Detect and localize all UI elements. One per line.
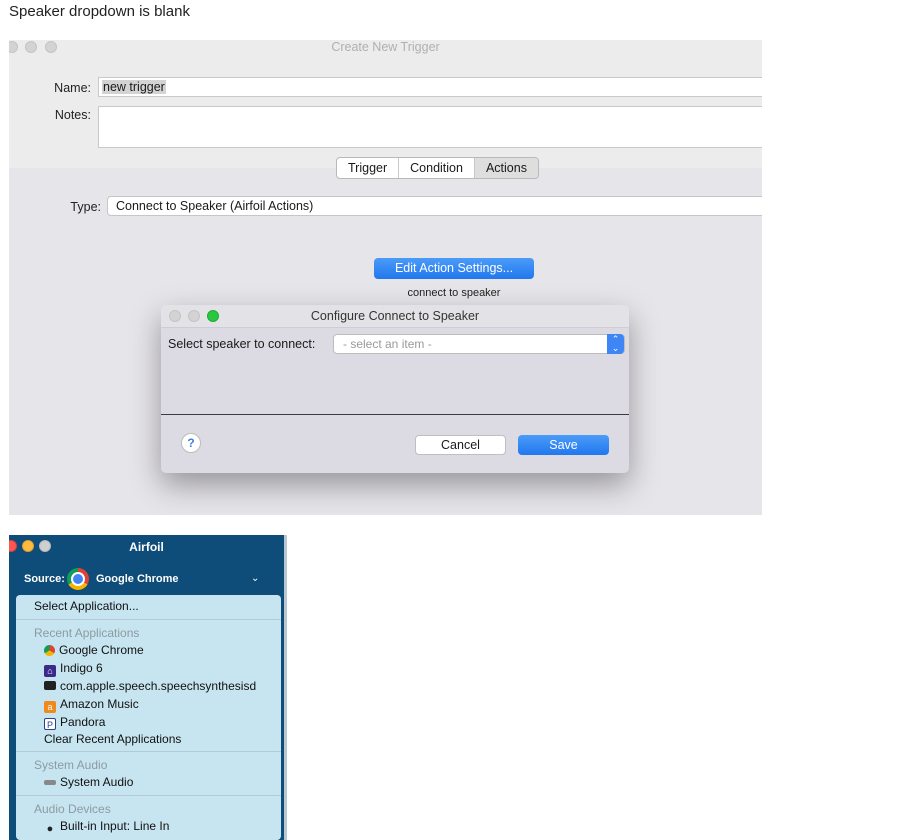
dialog-titlebar: Configure Connect to Speaker — [161, 305, 629, 328]
menu-item-recent[interactable]: ⌂ Indigo 6 — [44, 661, 103, 677]
dialog-title: Configure Connect to Speaker — [310, 309, 480, 323]
menu-header-audio-devices: Audio Devices — [34, 802, 111, 816]
menu-separator — [16, 619, 281, 620]
airfoil-window: Airfoil Source: Google Chrome ⌄ Select A… — [9, 535, 284, 840]
source-menu: Select Application... Recent Application… — [16, 595, 281, 840]
menu-separator — [16, 795, 281, 796]
caption-text: Speaker dropdown is blank — [9, 3, 190, 20]
help-button[interactable]: ? — [181, 433, 201, 453]
menu-item-recent[interactable]: Google Chrome — [44, 643, 144, 657]
notes-label: Notes: — [54, 108, 91, 122]
menu-separator — [16, 751, 281, 752]
airfoil-title: Airfoil — [129, 540, 164, 554]
create-trigger-window: Create New Trigger Name: new trigger Not… — [9, 40, 762, 515]
menu-item-recent[interactable]: com.apple.speech.speechsynthesisd — [44, 679, 256, 693]
menu-item-select-application[interactable]: Select Application... — [34, 599, 139, 613]
source-label: Source: — [24, 573, 65, 585]
amazon-music-icon: a — [44, 701, 56, 713]
type-select[interactable]: Connect to Speaker (Airfoil Actions) — [107, 196, 762, 216]
tab-trigger[interactable]: Trigger — [337, 158, 400, 178]
tab-condition[interactable]: Condition — [399, 158, 475, 178]
menu-item-label: com.apple.speech.speechsynthesisd — [60, 679, 257, 693]
notes-field[interactable] — [98, 106, 762, 148]
speaker-select-placeholder: - select an item - — [343, 337, 432, 351]
menu-item-label: Indigo 6 — [60, 661, 103, 675]
menu-item-label: System Audio — [60, 775, 134, 789]
menu-header-recent: Recent Applications — [34, 626, 140, 640]
menu-item-audio-device[interactable]: ● Built-in Input: Line In — [44, 819, 170, 835]
save-button[interactable]: Save — [518, 435, 609, 455]
pandora-icon: P — [44, 718, 56, 730]
action-description: connect to speaker — [407, 287, 501, 299]
name-label: Name: — [54, 81, 91, 95]
chrome-icon — [44, 645, 55, 656]
configure-dialog: Configure Connect to Speaker Select spea… — [161, 305, 629, 473]
menu-item-label: Google Chrome — [59, 643, 144, 657]
select-chevron-icon: ⌃ ⌄ — [607, 334, 624, 354]
menu-item-label: Built-in Input: Line In — [60, 819, 170, 833]
menu-item-recent[interactable]: a Amazon Music — [44, 697, 139, 713]
edit-action-settings-button[interactable]: Edit Action Settings... — [374, 258, 534, 279]
menu-item-label: Amazon Music — [60, 697, 139, 711]
name-field-value: new trigger — [102, 80, 166, 94]
source-value[interactable]: Google Chrome — [96, 573, 179, 585]
speaker-label: Select speaker to connect: — [168, 337, 316, 351]
window-titlebar: Create New Trigger — [9, 40, 762, 62]
menu-item-label: Pandora — [60, 715, 106, 729]
tab-actions[interactable]: Actions — [474, 158, 538, 178]
window-title: Create New Trigger — [331, 40, 440, 54]
microphone-icon: ● — [46, 823, 54, 835]
menu-item-recent[interactable]: P Pandora — [44, 715, 105, 730]
keyboard-icon — [44, 780, 56, 785]
menu-header-system-audio: System Audio — [34, 758, 108, 772]
menu-item-system-audio[interactable]: System Audio — [44, 775, 133, 789]
chrome-icon — [67, 568, 89, 590]
cancel-button[interactable]: Cancel — [415, 435, 506, 455]
indigo-icon: ⌂ — [44, 665, 56, 677]
type-label: Type: — [70, 200, 101, 214]
menu-item-clear-recent[interactable]: Clear Recent Applications — [44, 732, 181, 746]
chevron-down-icon[interactable]: ⌄ — [251, 573, 259, 584]
terminal-icon — [44, 681, 56, 690]
name-field[interactable]: new trigger — [98, 77, 762, 97]
tab-bar: Trigger Condition Actions — [336, 157, 539, 179]
speaker-select[interactable]: - select an item - ⌃ ⌄ — [333, 334, 625, 354]
dialog-divider — [161, 414, 629, 415]
